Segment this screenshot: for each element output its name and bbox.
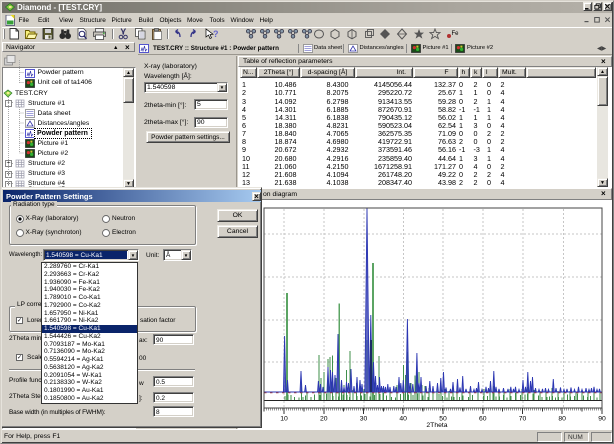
svg-text:70: 70 — [519, 416, 527, 423]
svg-text:30: 30 — [360, 416, 368, 423]
svg-text:10: 10 — [280, 416, 288, 423]
svg-text:40: 40 — [399, 416, 407, 423]
svg-text:60: 60 — [479, 416, 487, 423]
svg-text:Fe: Fe — [452, 31, 460, 37]
svg-text:20: 20 — [320, 416, 328, 423]
svg-text:?: ? — [213, 29, 218, 39]
svg-text:2Theta: 2Theta — [426, 422, 447, 429]
svg-text:80: 80 — [558, 416, 566, 423]
svg-text:90: 90 — [598, 416, 606, 423]
